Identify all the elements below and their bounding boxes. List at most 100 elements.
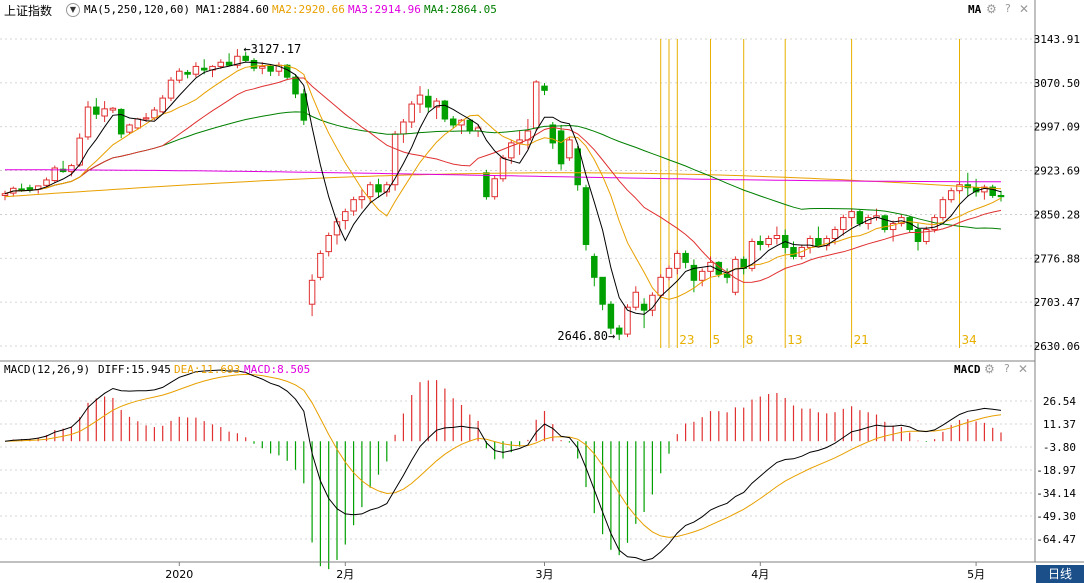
macd-y-tick-label: -3.80 [1043, 441, 1076, 454]
candle[interactable] [109, 107, 117, 111]
candle[interactable] [342, 211, 349, 222]
candle[interactable] [591, 255, 598, 278]
candle[interactable] [848, 211, 855, 219]
candle[interactable] [441, 100, 449, 120]
low-annotation: 2646.80→ [557, 329, 615, 343]
candle[interactable] [217, 61, 225, 67]
candle[interactable] [292, 76, 299, 95]
candle[interactable] [242, 55, 249, 61]
candle[interactable] [408, 103, 415, 123]
candle[interactable] [557, 130, 565, 165]
candle[interactable] [665, 267, 673, 278]
help-icon[interactable]: ? [1005, 2, 1011, 15]
candle[interactable] [84, 106, 92, 138]
macd-settings[interactable]: MACD(12,26,9) [4, 363, 90, 376]
candle[interactable] [350, 199, 357, 212]
candlestick-chart[interactable]: 3143.91 3070.50 2997.09 2923.69 2850.28 2776.… [0, 0, 1084, 583]
candle[interactable] [192, 65, 200, 75]
candle[interactable] [483, 172, 490, 198]
candle[interactable] [840, 217, 847, 231]
candle[interactable] [93, 106, 100, 115]
candle[interactable] [632, 291, 640, 308]
candle[interactable] [640, 303, 648, 311]
candle[interactable] [466, 119, 474, 132]
candle[interactable] [682, 252, 689, 263]
candle[interactable] [582, 187, 590, 245]
candle[interactable] [400, 121, 407, 135]
candle[interactable] [317, 252, 324, 278]
candle[interactable] [674, 252, 681, 269]
candle[interactable] [574, 148, 581, 186]
candle[interactable] [831, 229, 839, 239]
candle[interactable] [657, 276, 664, 296]
candle[interactable] [732, 258, 739, 293]
candle[interactable] [333, 221, 341, 236]
candle[interactable] [599, 276, 606, 305]
marker-label-5: 5 [713, 333, 721, 347]
candle[interactable] [68, 165, 75, 173]
candle[interactable] [134, 118, 142, 129]
candle[interactable] [449, 118, 457, 126]
candle[interactable] [176, 70, 183, 81]
gear-icon[interactable]: ⚙ [986, 2, 997, 16]
ma-settings[interactable]: MA(5,250,120,60) [84, 3, 190, 16]
candle[interactable] [43, 179, 50, 186]
dropdown-icon[interactable]: ▼ [66, 3, 80, 17]
candle[interactable] [856, 211, 864, 225]
candle[interactable] [26, 187, 34, 191]
candle[interactable] [765, 237, 772, 245]
candle[interactable] [225, 61, 233, 66]
candle[interactable] [914, 229, 922, 242]
candle[interactable] [167, 79, 175, 99]
candle[interactable] [117, 108, 125, 135]
candle[interactable] [300, 93, 308, 121]
dea-value: DEA:11.693 [174, 363, 241, 376]
candle[interactable] [615, 327, 623, 335]
candle[interactable] [416, 94, 424, 105]
candle[interactable] [607, 303, 615, 329]
candle[interactable] [101, 108, 108, 117]
candle[interactable] [947, 190, 955, 201]
period-tab[interactable]: 日线 [1036, 565, 1084, 583]
candle[interactable] [723, 273, 731, 278]
candle[interactable] [267, 65, 274, 72]
candle[interactable] [491, 178, 498, 198]
candle[interactable] [815, 237, 822, 247]
candle[interactable] [997, 194, 1005, 198]
candle[interactable] [532, 81, 540, 129]
candle[interactable] [391, 133, 399, 186]
candle[interactable] [939, 199, 947, 219]
candle[interactable] [757, 240, 764, 245]
candle[interactable] [1, 193, 9, 196]
macd-y-tick-label: -34.14 [1036, 487, 1076, 500]
close-icon[interactable]: ✕ [1019, 2, 1029, 16]
candle[interactable] [250, 59, 258, 69]
candle[interactable] [698, 270, 706, 281]
candle[interactable] [151, 109, 158, 119]
candle[interactable] [18, 188, 25, 191]
candle[interactable] [142, 117, 150, 120]
candle[interactable] [366, 184, 374, 198]
candle[interactable] [259, 65, 266, 69]
y-tick-label: 2630.06 [1034, 340, 1080, 353]
candle[interactable] [790, 246, 797, 257]
candle[interactable] [358, 196, 366, 201]
marker-label-21: 21 [854, 333, 869, 347]
candle[interactable] [308, 279, 316, 305]
macd-help-icon[interactable]: ? [1004, 362, 1010, 375]
candle[interactable] [184, 71, 191, 75]
candle[interactable] [375, 184, 382, 193]
candle[interactable] [806, 237, 814, 248]
y-tick-label: 2703.47 [1034, 296, 1080, 309]
candle[interactable] [425, 95, 432, 108]
macd-close-icon[interactable]: ✕ [1018, 362, 1028, 376]
candles[interactable] [1, 49, 1005, 341]
candle[interactable] [126, 124, 133, 133]
macd-gear-icon[interactable]: ⚙ [984, 362, 995, 376]
candle[interactable] [773, 235, 781, 239]
candle[interactable] [566, 139, 573, 159]
candle[interactable] [325, 235, 332, 253]
candle[interactable] [200, 67, 208, 71]
candle[interactable] [159, 97, 166, 113]
candle[interactable] [541, 85, 548, 91]
